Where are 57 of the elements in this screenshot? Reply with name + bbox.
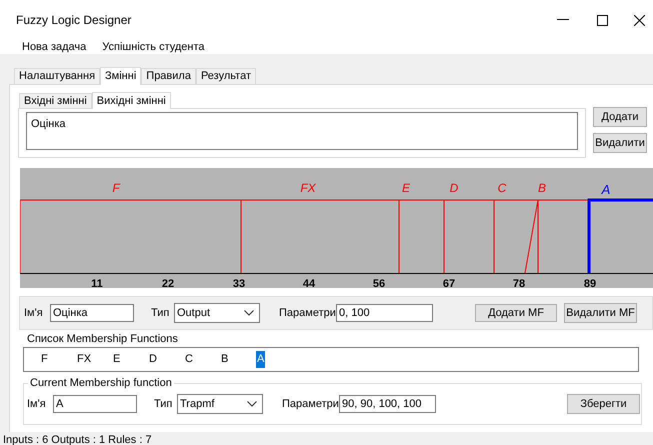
tick-label: 44 <box>302 278 316 288</box>
curve-label: E <box>402 181 410 195</box>
tick-label: 11 <box>91 278 103 288</box>
sub-tab[interactable]: Вихідні змінні <box>92 92 171 109</box>
list-item[interactable]: D <box>148 351 158 368</box>
tick-label: 89 <box>584 278 596 288</box>
tab[interactable]: Правила <box>141 68 196 84</box>
save-button[interactable]: Зберегти <box>567 394 640 414</box>
curve-label: B <box>538 181 546 195</box>
menu-item[interactable]: Успішність студента <box>102 38 205 56</box>
action-button[interactable]: Додати <box>593 107 647 127</box>
group-title: Current Membership function <box>28 377 174 389</box>
window-title: Fuzzy Logic Designer <box>16 12 132 29</box>
section-title: Список Membership Functions <box>27 332 179 346</box>
field-label: Ім'я <box>27 396 47 412</box>
curve-label: C <box>498 181 506 195</box>
list-item[interactable]: E <box>112 351 122 368</box>
variables-list[interactable]: Оцінка <box>26 112 578 150</box>
tick-label: 22 <box>162 278 174 288</box>
name-field[interactable]: A <box>53 395 137 413</box>
tick-label: 67 <box>442 278 456 288</box>
curve-label: D <box>450 181 458 195</box>
action-button[interactable]: Видалити <box>593 133 647 153</box>
field-label: Тип <box>151 306 170 321</box>
membership-list[interactable]: F FX E D C B A <box>23 347 639 372</box>
chevron-down-icon <box>244 310 254 316</box>
maximize-icon[interactable] <box>597 14 608 26</box>
field-label: Параметри <box>279 306 336 321</box>
list-item[interactable]: F <box>40 351 49 368</box>
tick-label: 33 <box>232 278 246 288</box>
parameters-field[interactable]: 0, 100 <box>336 304 433 322</box>
close-icon[interactable] <box>634 14 645 26</box>
curve-label: F <box>112 181 120 195</box>
menu-item[interactable]: Нова задача <box>22 38 86 56</box>
minimize-icon[interactable] <box>557 19 569 21</box>
field-label: Тип <box>154 396 174 412</box>
sub-tab[interactable]: Вхідні змінні <box>19 93 92 108</box>
tab[interactable]: Результат <box>196 68 256 84</box>
action-button[interactable]: Видалити MF <box>564 303 637 323</box>
curve-label: FX <box>300 181 316 195</box>
tab[interactable]: Налаштування <box>14 68 100 84</box>
tick-label: 78 <box>512 278 526 288</box>
parameters-field[interactable]: 90, 90, 100, 100 <box>339 395 436 413</box>
tab[interactable]: Змінні <box>100 67 142 85</box>
chevron-down-icon <box>247 401 257 407</box>
field-label: Параметри <box>282 396 339 412</box>
list-item[interactable]: A <box>256 351 266 368</box>
list-item[interactable]: C <box>184 351 194 368</box>
name-field[interactable]: Оцінка <box>50 304 134 322</box>
curve-label: A <box>602 182 610 197</box>
tick-label: 56 <box>372 278 386 288</box>
type-dropdown[interactable]: Output <box>174 303 260 323</box>
type-dropdown[interactable]: Trapmf <box>177 394 263 414</box>
field-label: Ім'я <box>24 306 44 321</box>
list-item[interactable]: FX <box>76 351 92 368</box>
action-button[interactable]: Додати MF <box>475 304 557 322</box>
list-item[interactable]: B <box>220 351 230 368</box>
